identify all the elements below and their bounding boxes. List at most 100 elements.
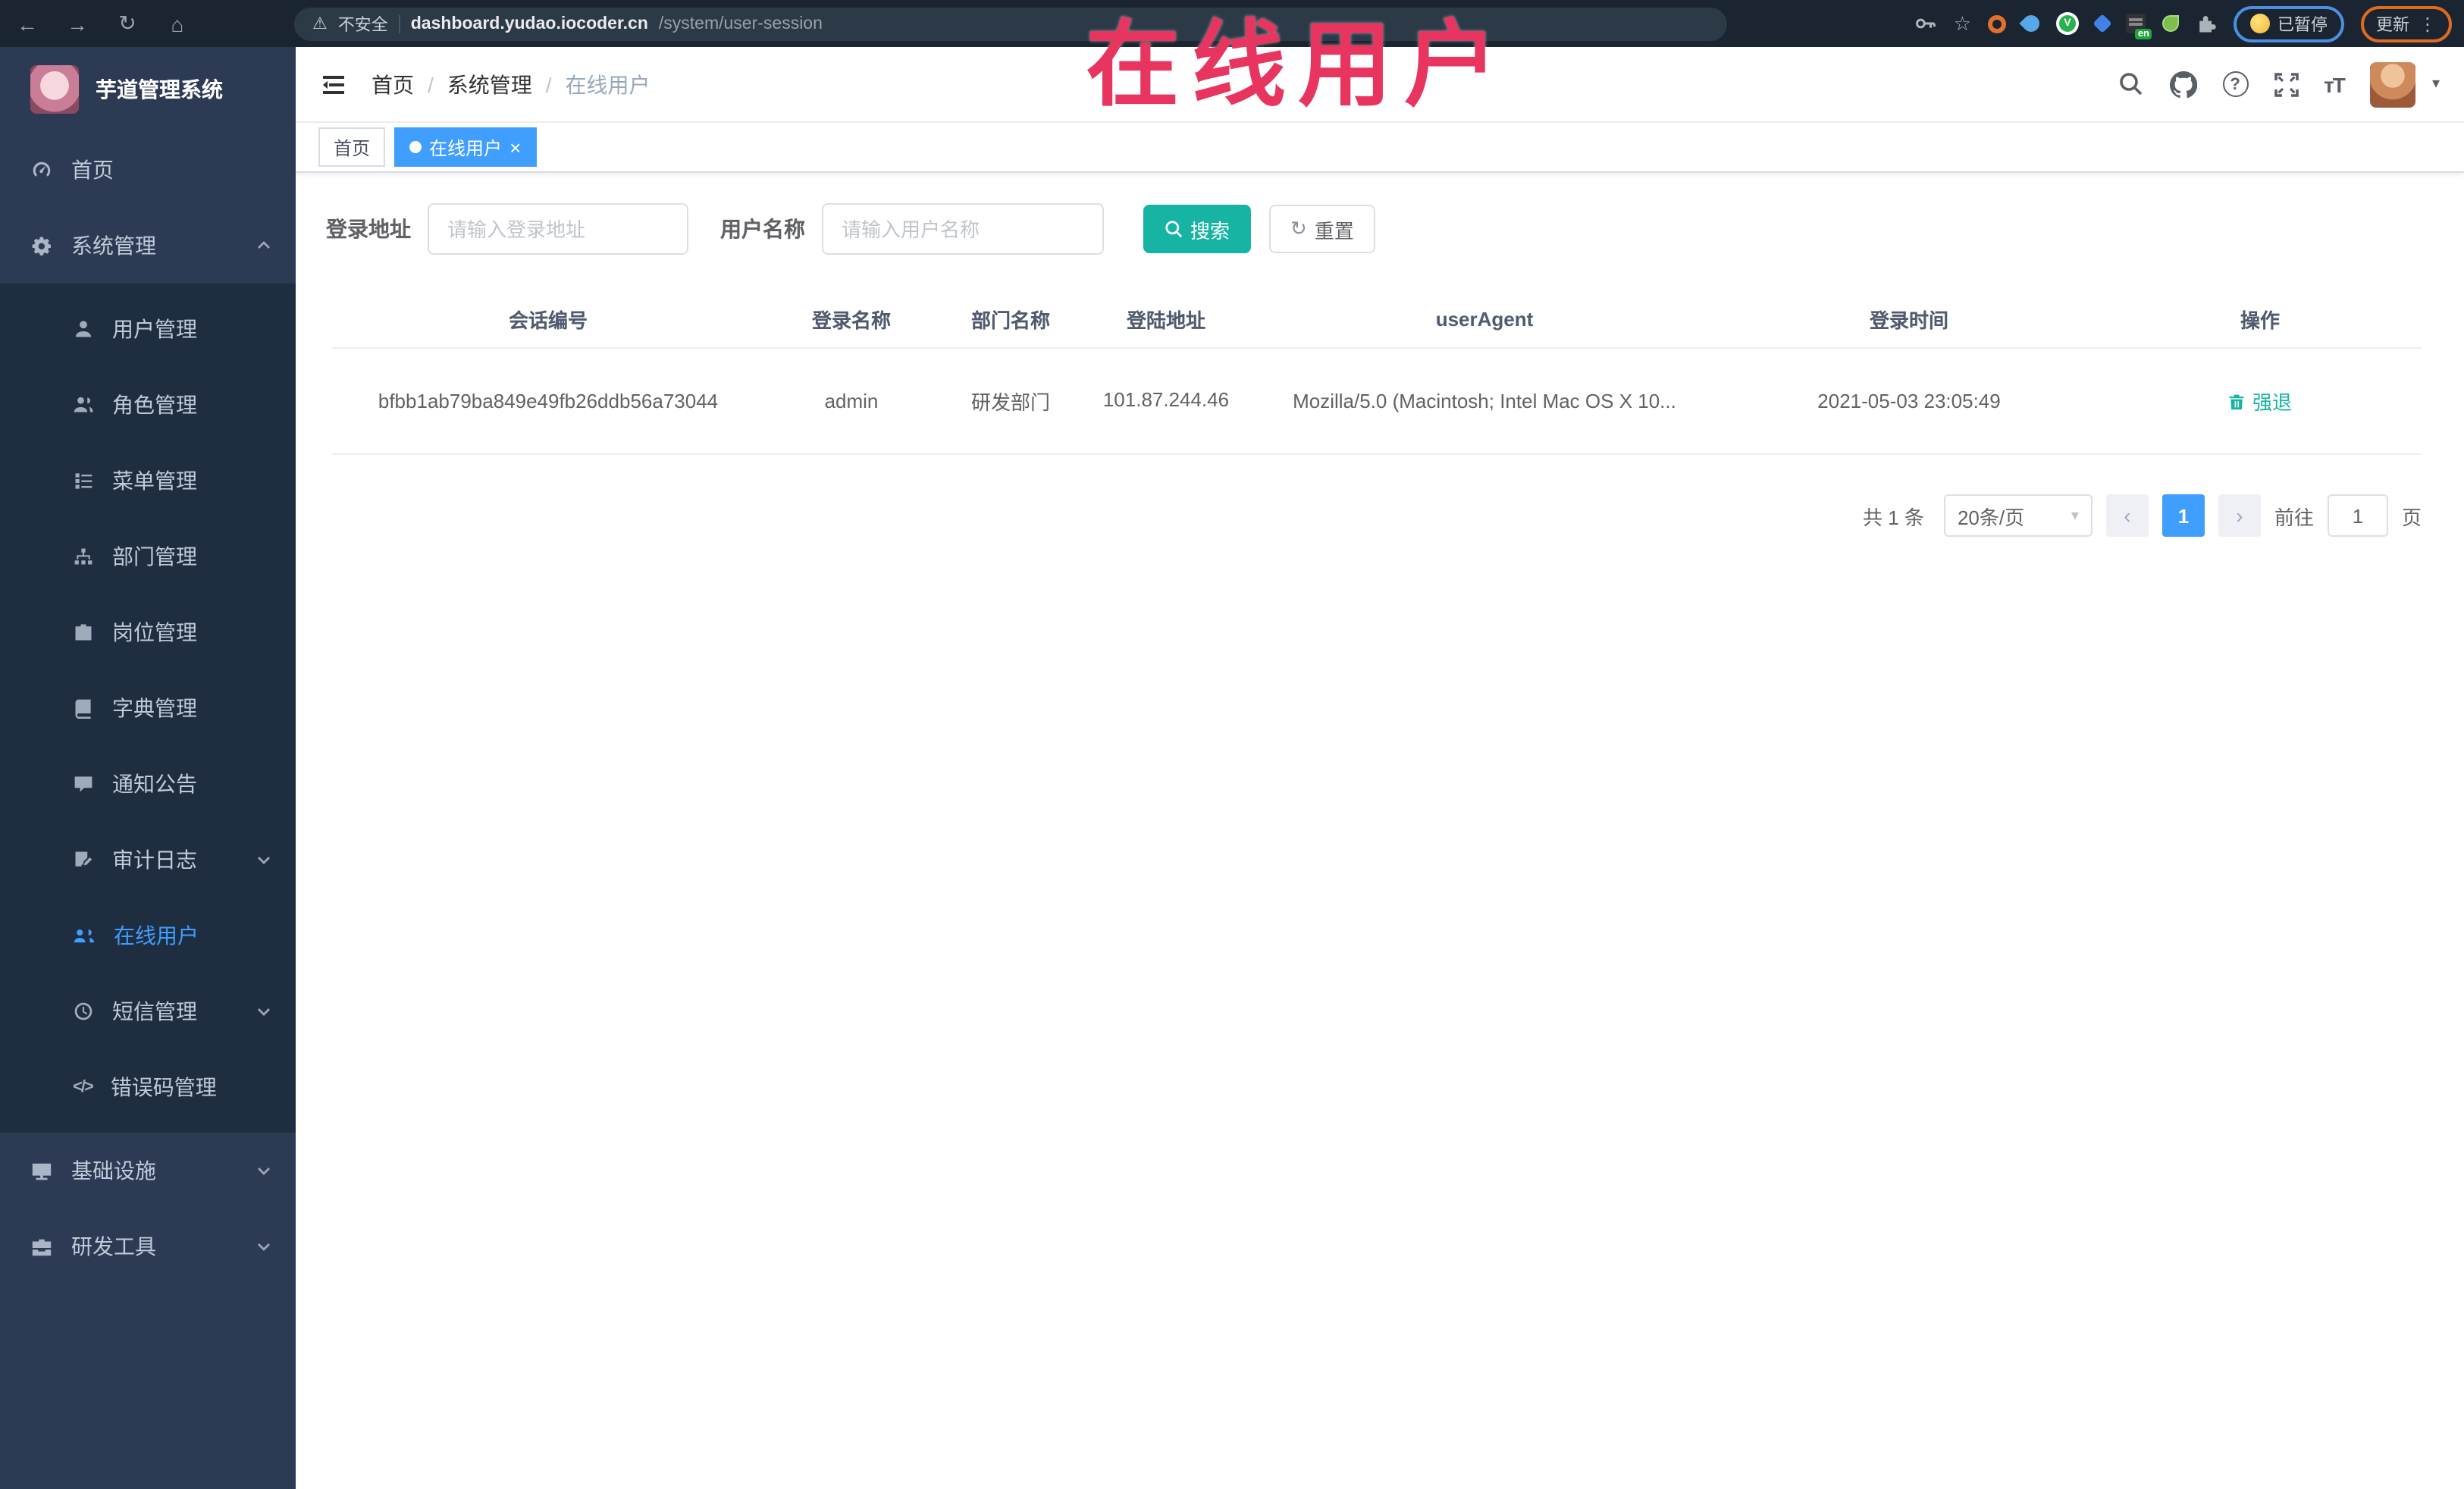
sidebar-item-infrastructure[interactable]: 基础设施 <box>0 1133 296 1208</box>
sidebar-item-dept-mgmt[interactable]: 部门管理 <box>0 519 296 594</box>
gear-icon <box>32 236 51 255</box>
prev-page-button[interactable]: ‹ <box>2105 494 2149 537</box>
extension-drop-icon[interactable] <box>2019 11 2043 36</box>
trash-icon <box>2230 393 2245 409</box>
browser-back-icon[interactable]: ← <box>15 11 39 36</box>
browser-update-chip[interactable]: 更新 ⋮ <box>2361 5 2452 42</box>
header-actions: ? тT ▾ <box>2118 61 2440 107</box>
dashboard-icon <box>33 161 51 176</box>
col-user-agent: userAgent <box>1435 308 1534 331</box>
goto-page-input[interactable] <box>2327 494 2388 537</box>
app-title: 芋道管理系统 <box>96 77 223 102</box>
browser-toolbar: ← → ↻ ⌂ ⚠ 不安全 dashboard.yudao.iocoder.cn… <box>0 0 2464 47</box>
help-icon[interactable]: ? <box>2222 71 2249 97</box>
next-page-button[interactable]: › <box>2218 494 2261 537</box>
sidebar-item-home[interactable]: 首页 <box>0 132 296 208</box>
extensions-puzzle-icon[interactable] <box>2196 13 2217 34</box>
search-icon <box>1165 221 1183 238</box>
force-logout-button[interactable]: 强退 <box>2228 387 2292 415</box>
user-avatar[interactable] <box>2369 61 2415 107</box>
avatar-caret-icon[interactable]: ▾ <box>2432 76 2440 92</box>
search-button[interactable]: 搜索 <box>1143 205 1252 253</box>
filter-form: 登录地址 用户名称 搜索 ↻ 重置 <box>326 203 2434 255</box>
sidebar-item-role-mgmt[interactable]: 角色管理 <box>0 367 296 443</box>
tag-close-icon[interactable]: × <box>509 137 521 157</box>
sidebar-item-error-code[interactable]: </> 错误码管理 <box>0 1049 296 1125</box>
tag-active-dot <box>409 141 422 153</box>
profile-paused-chip[interactable]: 已暂停 <box>2234 5 2344 42</box>
url-domain: dashboard.yudao.iocoder.cn <box>410 14 648 33</box>
dictionary-icon <box>75 699 91 719</box>
sidebar-item-dict-mgmt[interactable]: 字典管理 <box>0 670 296 746</box>
breadcrumb-separator: / <box>545 72 552 96</box>
extension-gem-icon[interactable] <box>2093 14 2112 33</box>
post-badge-icon <box>75 624 92 641</box>
browser-forward-icon[interactable]: → <box>65 11 89 36</box>
extension-orange-icon[interactable] <box>1988 14 2006 33</box>
breadcrumb-home[interactable]: 首页 <box>371 69 414 99</box>
sidebar-item-label: 错误码管理 <box>110 1075 217 1099</box>
hamburger-icon[interactable] <box>320 72 347 96</box>
tag-label: 首页 <box>334 137 371 158</box>
search-button-label: 搜索 <box>1190 219 1230 242</box>
notice-bubble-icon <box>74 776 92 792</box>
chevron-down-icon <box>258 857 270 864</box>
code-icon: </> <box>73 1078 94 1096</box>
pagination-total: 共 1 条 <box>1863 506 1924 528</box>
sidebar-item-label: 字典管理 <box>112 696 197 720</box>
col-login-name: 登录名称 <box>811 309 891 332</box>
reset-button[interactable]: ↻ 重置 <box>1269 205 1375 253</box>
page-number-1[interactable]: 1 <box>2161 494 2205 537</box>
sidebar-item-label: 在线用户 <box>114 923 199 948</box>
sidebar-item-label: 用户管理 <box>112 317 197 341</box>
infrastructure-icon <box>32 1162 52 1180</box>
sidebar-item-dev-tools[interactable]: 研发工具 <box>0 1208 296 1284</box>
profile-emoji-icon <box>2250 14 2270 33</box>
breadcrumb-system[interactable]: 系统管理 <box>447 69 532 99</box>
org-tree-icon <box>74 548 92 565</box>
extension-v-icon[interactable]: V <box>2056 12 2079 35</box>
reset-button-label: 重置 <box>1314 219 1354 242</box>
tag-home[interactable]: 首页 <box>318 127 386 167</box>
chevron-down-icon <box>258 1008 270 1016</box>
search-icon[interactable] <box>2118 71 2143 97</box>
menu-list-icon <box>75 473 92 489</box>
sidebar-item-online-users[interactable]: 在线用户 <box>0 898 296 973</box>
browser-home-icon[interactable]: ⌂ <box>165 11 190 36</box>
session-table: 会话编号 登录名称 部门名称 登陆地址 userAgent 登录时间 操作 bf… <box>332 291 2422 455</box>
sidebar-item-menu-mgmt[interactable]: 菜单管理 <box>0 443 296 519</box>
sidebar-item-audit-log[interactable]: 审计日志 <box>0 822 296 898</box>
username-input[interactable] <box>822 203 1104 255</box>
extension-leaf-icon[interactable] <box>2162 15 2179 32</box>
cell-dept-name: 研发部门 <box>970 391 1050 414</box>
login-address-input[interactable] <box>428 203 688 255</box>
col-actions: 操作 <box>2240 309 2280 332</box>
browser-actions: ☆ V en 已暂停 更新 ⋮ <box>1914 5 2452 42</box>
main-area: 首页 / 系统管理 / 在线用户 ? тT ▾ 首页 在线用户 × 登录地址 请… <box>296 47 2464 1489</box>
sidebar-logo[interactable]: 芋道管理系统 <box>0 47 296 132</box>
sidebar-item-post-mgmt[interactable]: 岗位管理 <box>0 594 296 670</box>
extension-translate-icon[interactable]: en <box>2126 14 2152 39</box>
page-size-select[interactable]: 20条/页 ▾ <box>1943 494 2093 537</box>
tag-online-users[interactable]: 在线用户 × <box>394 127 537 167</box>
sidebar-item-label: 岗位管理 <box>112 620 197 644</box>
cell-login-address: 101.87.244.46 <box>1102 388 1230 412</box>
bookmark-star-icon[interactable]: ☆ <box>1954 11 1971 36</box>
sidebar-item-system[interactable]: 系统管理 <box>0 208 296 284</box>
url-divider <box>398 14 400 33</box>
github-icon[interactable] <box>2169 71 2197 98</box>
password-key-icon[interactable] <box>1914 12 1937 35</box>
browser-menu-icon[interactable]: ⋮ <box>2419 13 2437 34</box>
address-bar[interactable]: ⚠ 不安全 dashboard.yudao.iocoder.cn/system/… <box>294 7 1727 40</box>
page-size-value: 20条/页 <box>1957 506 2025 528</box>
breadcrumb: 首页 / 系统管理 / 在线用户 <box>371 69 650 99</box>
browser-reload-icon[interactable]: ↻ <box>115 11 140 36</box>
fullscreen-icon[interactable] <box>2274 72 2298 96</box>
sidebar-item-user-mgmt[interactable]: 用户管理 <box>0 291 296 367</box>
sidebar-item-notice[interactable]: 通知公告 <box>0 746 296 822</box>
sidebar-item-label: 部门管理 <box>112 544 197 569</box>
sidebar-item-sms-mgmt[interactable]: 短信管理 <box>0 973 296 1049</box>
font-size-icon[interactable]: тT <box>2324 72 2346 96</box>
role-icon <box>74 397 93 412</box>
reset-icon: ↻ <box>1290 217 1307 240</box>
